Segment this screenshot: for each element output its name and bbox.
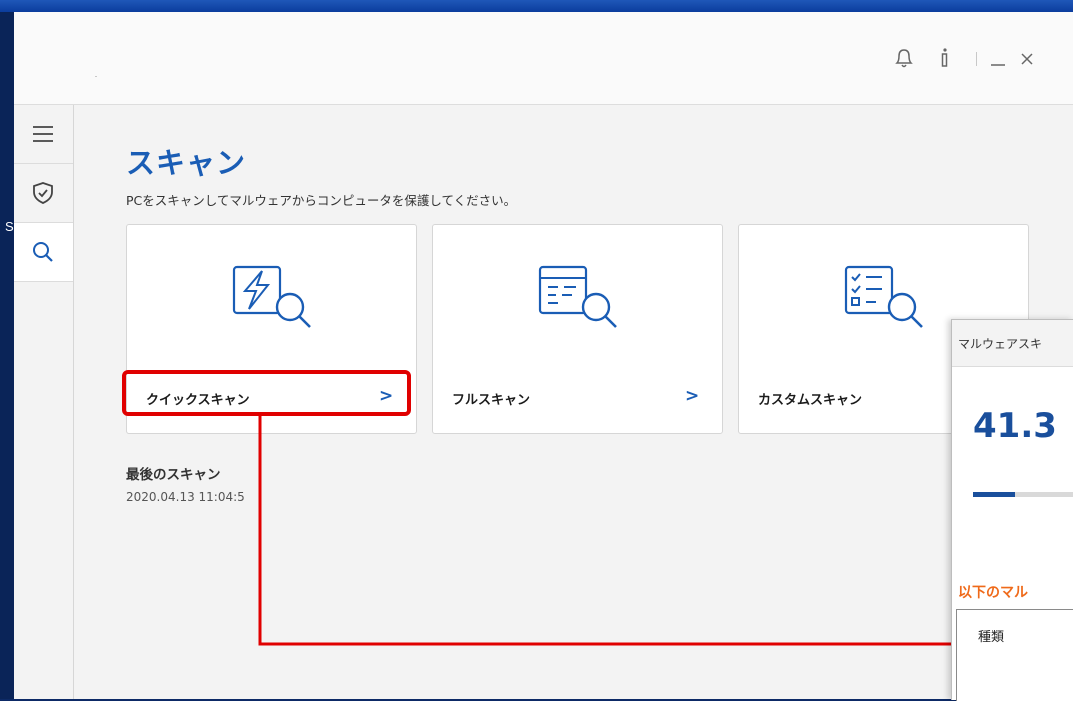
- results-table: [956, 609, 1073, 701]
- scan-progress-dialog: マルウェアスキ 41.3 以下のマル 種類: [951, 319, 1073, 701]
- scan-progress-fill: [973, 492, 1015, 497]
- desktop-taskbar-edge: [0, 0, 1073, 12]
- annotation-arrow: [258, 416, 964, 651]
- app-window: スキャン PCをスキャンしてマルウェアからコンピュータを保護してください。 クイ…: [14, 12, 1073, 699]
- desktop-edge-text: S: [5, 219, 14, 234]
- desktop-edge: [0, 12, 14, 699]
- results-column-type: 種類: [978, 630, 1005, 645]
- found-malware-label: 以下のマル: [958, 585, 1028, 601]
- scan-progress-bar: [973, 492, 1073, 497]
- scan-percent: 41.3: [973, 406, 1057, 446]
- dialog-title-bar: マルウェアスキ: [952, 320, 1073, 367]
- dialog-title: マルウェアスキ: [958, 337, 1043, 351]
